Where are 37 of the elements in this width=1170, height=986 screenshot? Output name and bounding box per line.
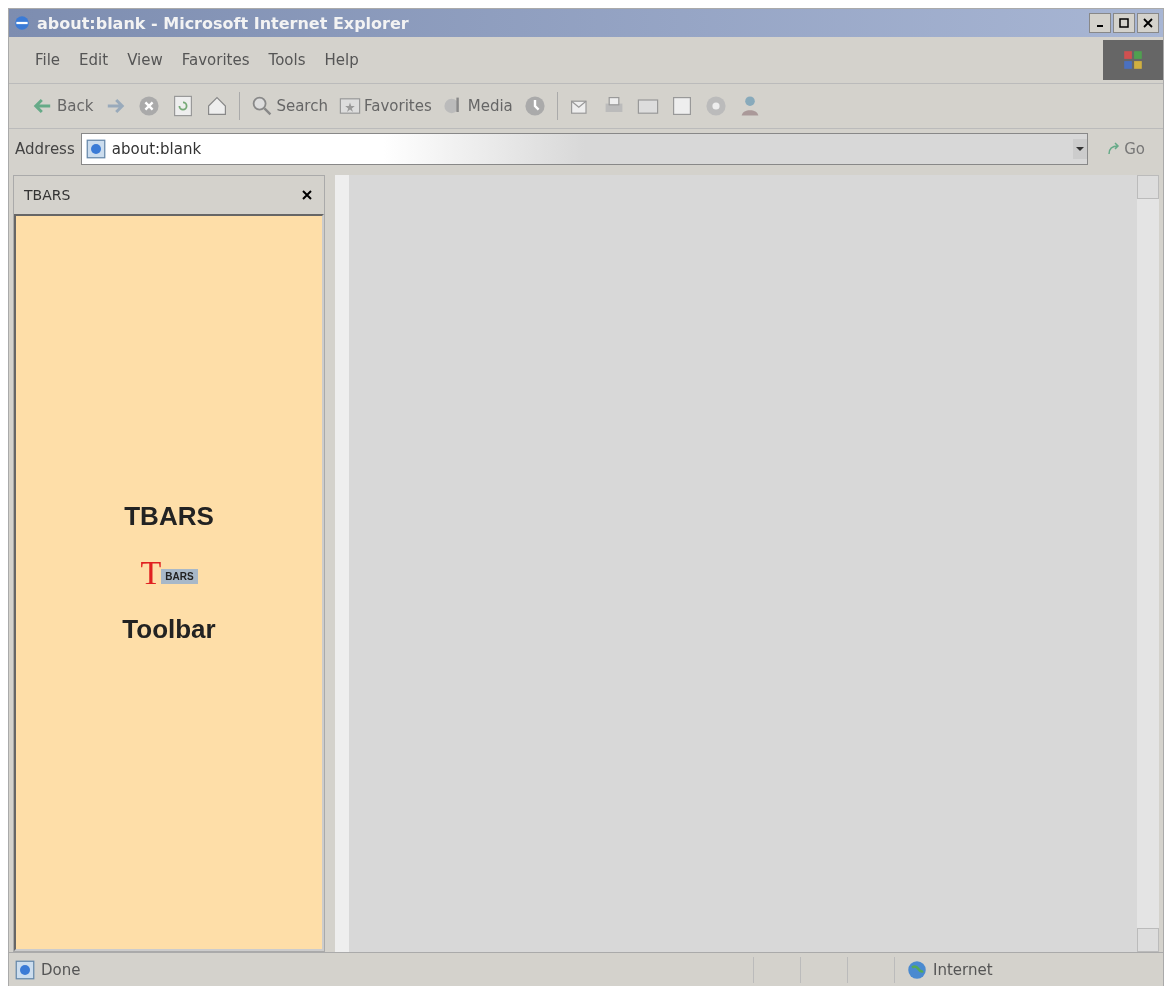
menu-item[interactable]: File <box>35 51 61 69</box>
close-button[interactable] <box>302 190 312 200</box>
back-button[interactable]: Back <box>31 94 94 118</box>
go-button[interactable]: Go <box>1094 140 1157 158</box>
menu-item[interactable]: Edit <box>79 51 109 69</box>
tbars-logo: T BARS <box>140 557 198 588</box>
scrollbar[interactable] <box>1137 175 1159 952</box>
sidebar-title: TBARS <box>24 187 71 203</box>
menu-item[interactable]: Tools <box>268 51 306 69</box>
sidebar-subheading: Toolbar <box>122 613 216 645</box>
address-field[interactable]: about:blank <box>80 133 1089 165</box>
close-icon <box>1143 18 1153 28</box>
menu-item[interactable]: Favorites <box>181 51 250 69</box>
media-button[interactable]: Media <box>441 94 513 118</box>
minimize-icon <box>1097 25 1103 27</box>
page-icon <box>85 139 106 159</box>
minimize-button[interactable] <box>1089 13 1111 33</box>
windows-logo-icon <box>1103 40 1163 80</box>
address-input[interactable]: about:blank <box>109 139 1070 159</box>
zone-text: Internet <box>933 961 993 979</box>
window-title: about:blank - Microsoft Internet Explorer <box>37 13 410 33</box>
close-icon <box>302 190 312 200</box>
history-button[interactable] <box>522 94 547 118</box>
address-label: Address <box>15 140 75 158</box>
globe-icon <box>907 960 927 980</box>
status-text: Done <box>41 961 82 979</box>
search-button[interactable]: Search <box>250 94 328 118</box>
maximize-icon <box>1119 18 1129 28</box>
menu-item[interactable]: View <box>127 51 163 69</box>
page-icon <box>15 960 35 980</box>
maximize-button[interactable] <box>1113 13 1135 33</box>
close-button[interactable] <box>1137 13 1159 33</box>
messenger-button[interactable] <box>703 94 728 118</box>
favorites-button[interactable]: Favorites <box>337 94 432 118</box>
browser-logo-icon <box>13 14 31 32</box>
sidebar-heading: TBARS <box>124 500 214 532</box>
menu-item[interactable]: Help <box>324 51 359 69</box>
